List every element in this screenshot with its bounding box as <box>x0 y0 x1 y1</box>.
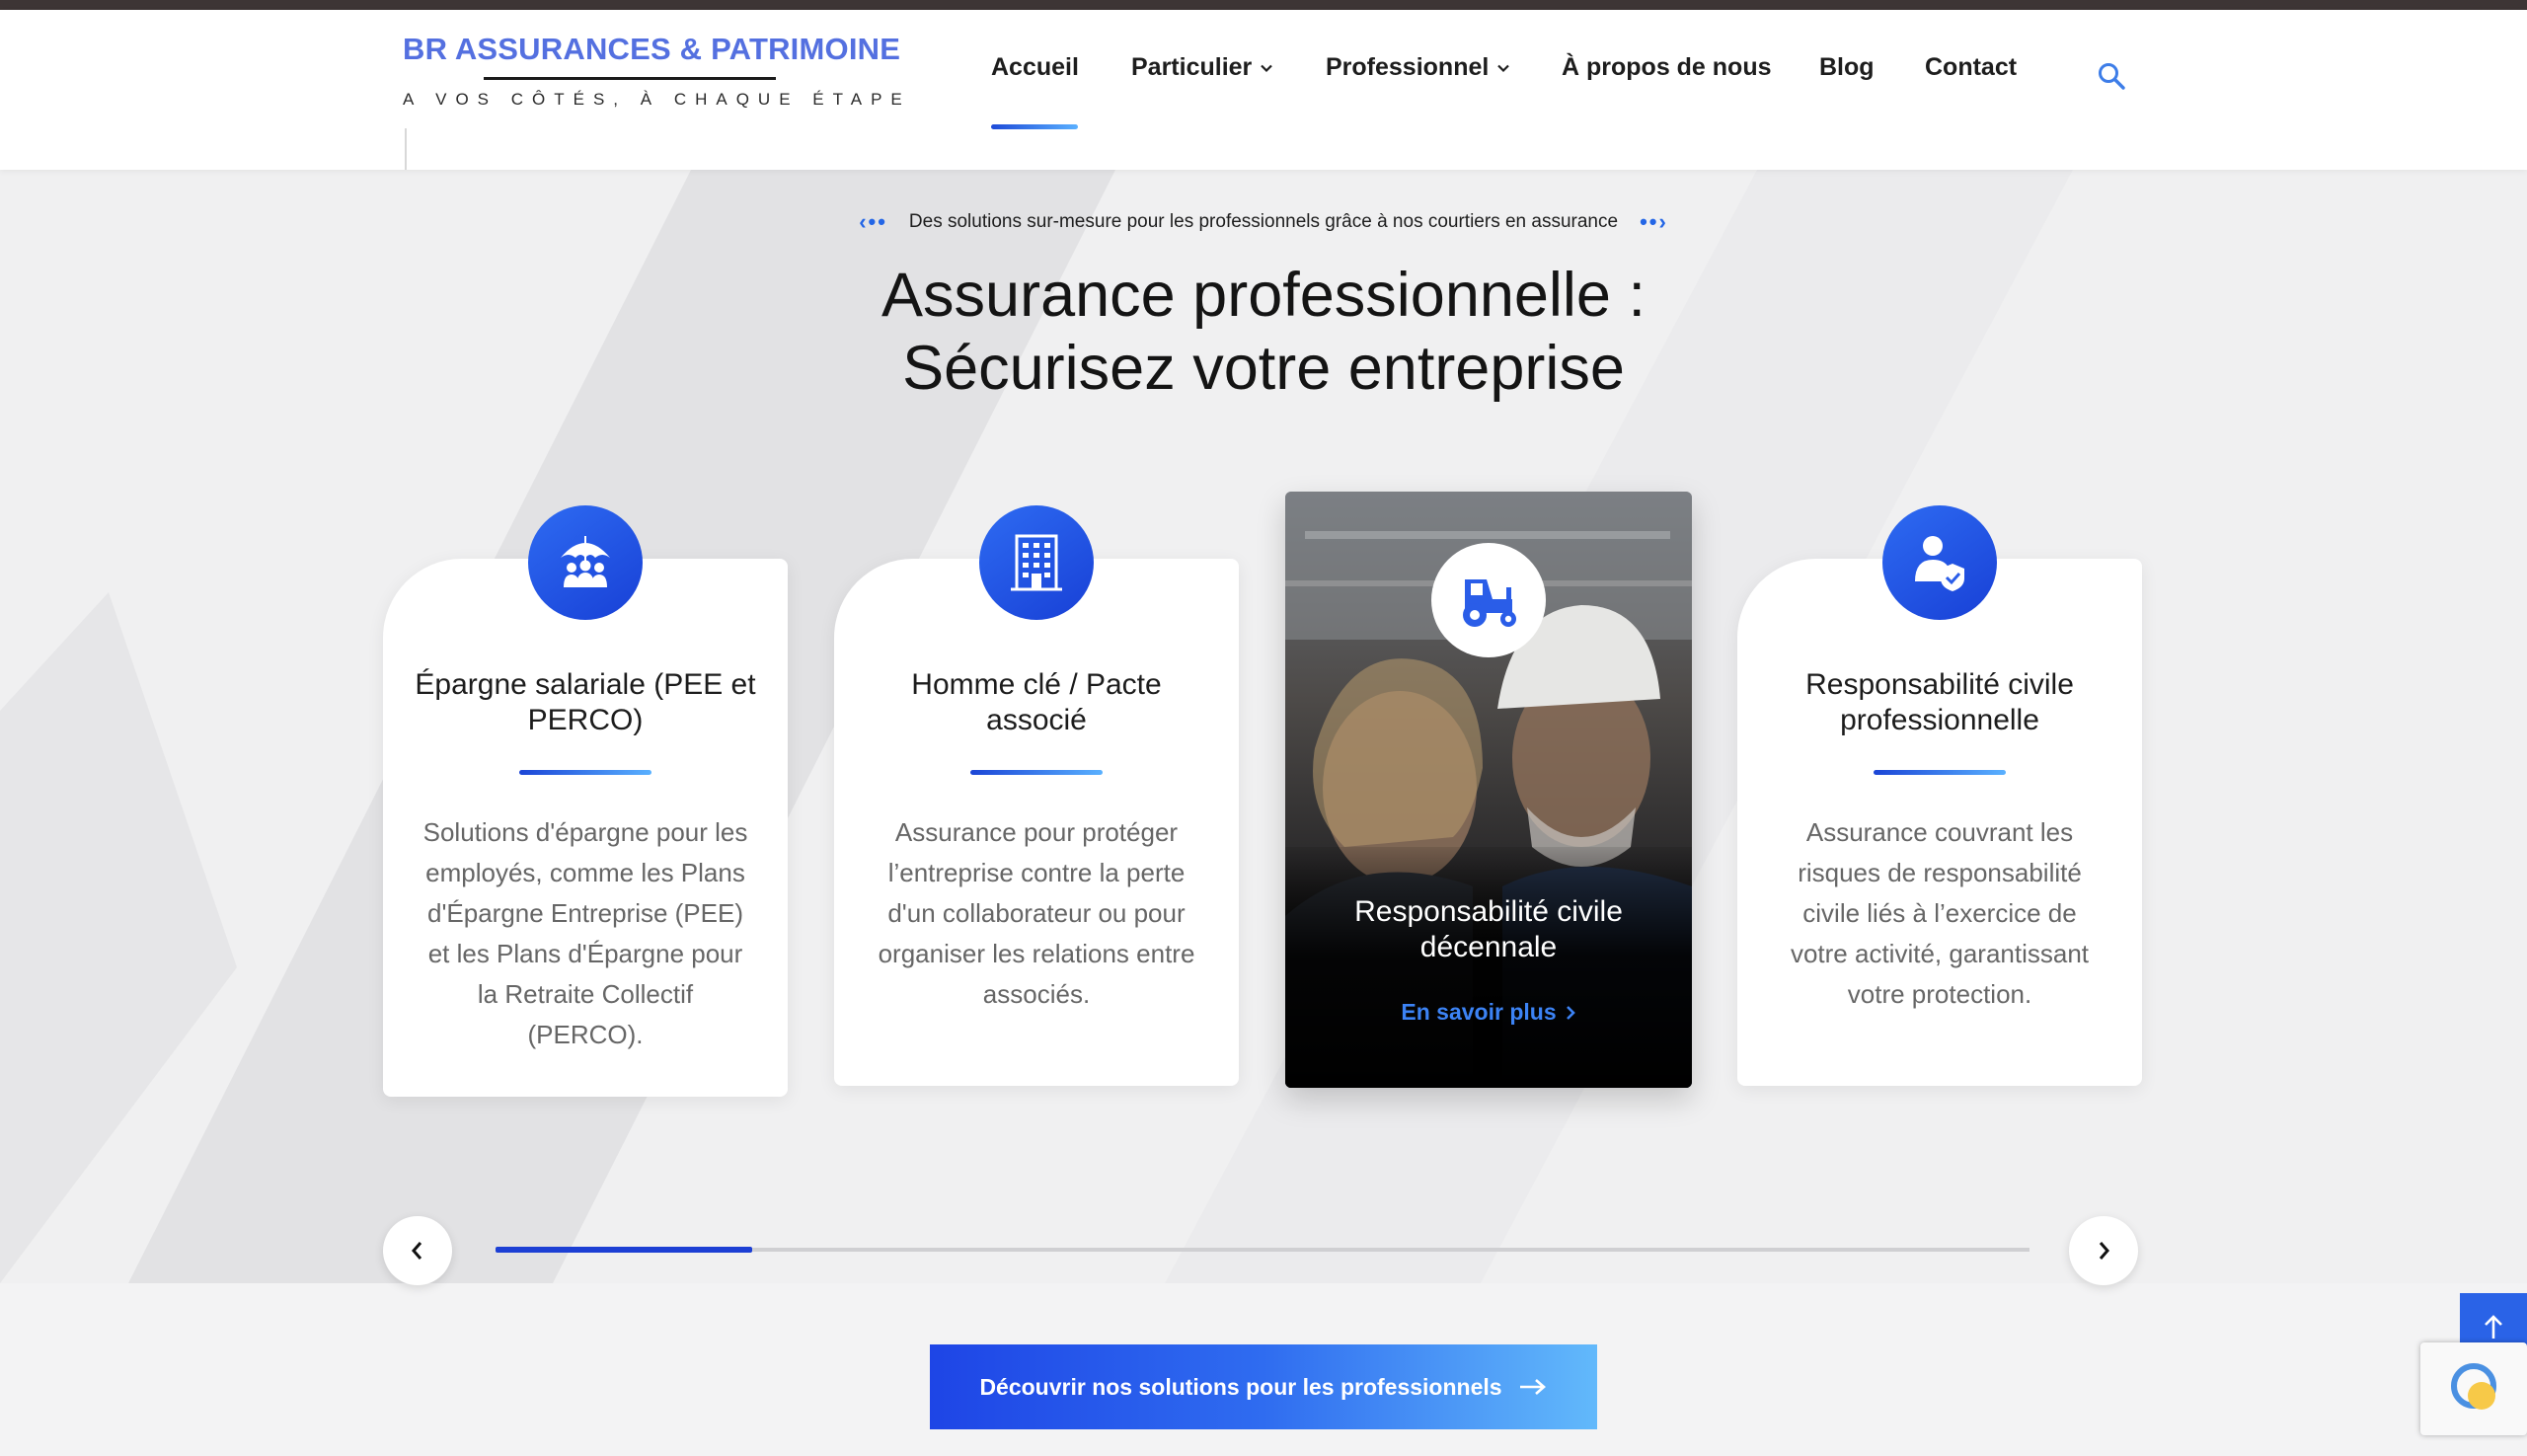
search-icon[interactable] <box>2097 61 2126 91</box>
slider-next-button[interactable] <box>2069 1216 2138 1285</box>
card-description: Assurance couvrant les risques de respon… <box>1790 817 2090 1009</box>
building-icon <box>979 505 1094 620</box>
cta-label: Découvrir nos solutions pour les profess… <box>979 1373 1502 1400</box>
tractor-icon <box>1431 543 1546 657</box>
learn-more-link[interactable]: En savoir plus <box>1285 999 1692 1026</box>
kicker-text: Des solutions sur-mesure pour les profes… <box>908 211 1619 232</box>
arrow-up-icon <box>2485 1315 2502 1339</box>
chevron-right-icon <box>1566 1005 1575 1020</box>
recaptcha-icon <box>2451 1363 2496 1410</box>
page-title: Assurance professionnelle : Sécurisez vo… <box>0 259 2527 405</box>
logo-divider <box>484 77 776 80</box>
nav-item-contact[interactable]: Contact <box>1925 53 2017 82</box>
nav-item-particulier[interactable]: Particulier <box>1131 53 1273 82</box>
arrow-right-icon <box>1519 1379 1546 1395</box>
section-kicker: ‹•• Des solutions sur-mesure pour les pr… <box>0 209 2527 235</box>
chevron-down-icon <box>1497 64 1510 72</box>
chevron-left-icon <box>412 1242 422 1260</box>
nav-item-blog[interactable]: Blog <box>1819 53 1875 82</box>
page-title-line2: Sécurisez votre entreprise <box>902 334 1625 403</box>
logo-title: BR ASSURANCES & PATRIMOINE <box>403 32 901 66</box>
chevron-left-dots-icon: ‹•• <box>859 209 887 234</box>
umbrella-people-icon <box>528 505 643 620</box>
nav-label: Blog <box>1819 53 1875 81</box>
slider-progress-track[interactable] <box>496 1247 2029 1253</box>
service-card-rc-pro[interactable]: Responsabilité civile professionnelle As… <box>1737 505 2142 1086</box>
service-card-epargne[interactable]: Épargne salariale (PEE et PERCO) Solutio… <box>383 505 788 1097</box>
nav-label: Contact <box>1925 53 2018 81</box>
card-description: Assurance pour protéger l’entreprise con… <box>878 817 1195 1009</box>
slider-progress-fill <box>496 1247 752 1253</box>
nav-label: À propos de nous <box>1562 53 1772 81</box>
nav-active-indicator <box>991 124 1078 129</box>
discover-solutions-button[interactable]: Découvrir nos solutions pour les profess… <box>930 1344 1597 1429</box>
service-card-decennale[interactable]: Responsabilité civile décennale En savoi… <box>1285 492 1692 1088</box>
card-title: Responsabilité civile professionnelle <box>1805 668 2074 736</box>
nav-label: Professionnel <box>1326 53 1490 81</box>
card-divider <box>1874 770 2006 775</box>
chevron-right-icon <box>2099 1242 2109 1260</box>
logo[interactable]: BR ASSURANCES & PATRIMOINE A VOS CÔTÉS, … <box>403 32 911 110</box>
chevron-down-icon <box>1261 64 1273 72</box>
nav-item-accueil[interactable]: Accueil <box>991 53 1079 82</box>
card-divider <box>519 770 651 775</box>
learn-more-label: En savoir plus <box>1401 999 1557 1025</box>
logo-tagline: A VOS CÔTÉS, À CHAQUE ÉTAPE <box>403 90 911 109</box>
card-title: Responsabilité civile décennale <box>1354 895 1623 963</box>
nav-label: Particulier <box>1131 53 1253 81</box>
logo-vertical-line <box>405 128 407 170</box>
service-card-homme-cle[interactable]: Homme clé / Pacte associé Assurance pour… <box>834 505 1239 1086</box>
card-title: Homme clé / Pacte associé <box>911 668 1162 736</box>
slider-prev-button[interactable] <box>383 1216 452 1285</box>
nav-label: Accueil <box>991 53 1079 81</box>
card-divider <box>970 770 1103 775</box>
top-strip <box>0 0 2527 10</box>
nav-item-professionnel[interactable]: Professionnel <box>1326 53 1510 82</box>
card-title: Épargne salariale (PEE et PERCO) <box>415 668 756 736</box>
nav-item-apropos[interactable]: À propos de nous <box>1562 53 1772 82</box>
recaptcha-badge[interactable] <box>2420 1342 2527 1435</box>
card-description: Solutions d'épargne pour les employés, c… <box>422 817 748 1049</box>
page-title-line1: Assurance professionnelle : <box>881 261 1646 330</box>
site-header: BR ASSURANCES & PATRIMOINE A VOS CÔTÉS, … <box>0 10 2527 170</box>
user-shield-icon <box>1882 505 1997 620</box>
chevron-right-dots-icon: ••› <box>1640 209 1668 234</box>
